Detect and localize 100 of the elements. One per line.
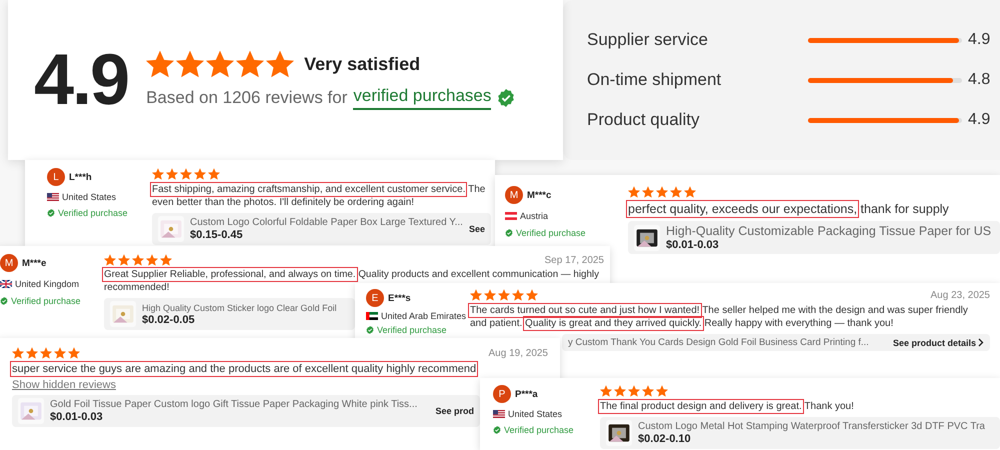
product-price: $0.15-0.45 xyxy=(190,229,243,241)
rating-value: 4.9 xyxy=(968,31,990,49)
product-row[interactable]: Custom Logo Metal Hot Stamping Waterproof Transfersticker 3d DTF PVC Tra $0.02-0.10 xyxy=(600,417,1000,449)
product-details-link[interactable]: See product details xyxy=(892,338,984,348)
star-icon xyxy=(208,168,220,180)
review-date: Sep 17, 2025 xyxy=(544,254,604,266)
product-row[interactable]: Gold Foil Tissue Paper Custom logo Gift Tissue Paper Packaging White pink Tiss... $0.01-0.03 See prod xyxy=(12,395,480,428)
star-icon xyxy=(166,168,178,180)
rating-value: 4.9 xyxy=(968,111,990,129)
star-icon xyxy=(146,254,158,266)
verified-icon xyxy=(497,89,516,107)
star-icon xyxy=(628,385,640,397)
verified-purchases-link[interactable]: verified purchases xyxy=(353,86,492,110)
star-icon xyxy=(152,168,164,180)
avatar: M xyxy=(505,186,523,204)
star-icon xyxy=(40,347,52,359)
star-icon xyxy=(642,385,654,397)
review-text: The cards turned out so cute and just how I wanted! The seller helped me with the design and was super friendly and patient. Quality is great and they arrived quickly. Really happy with everything — thank you! xyxy=(470,304,968,330)
country-name: United Kingdom xyxy=(15,279,80,289)
star-icon xyxy=(180,168,192,180)
avatar: E xyxy=(366,289,384,307)
product-title: Custom Logo Colorful Foldable Paper Box Large Textured Y... xyxy=(190,217,463,228)
review-date: Aug 23, 2025 xyxy=(930,290,990,300)
show-hidden-link[interactable]: Show hidden reviews xyxy=(12,379,116,392)
reviewer-name: E***s xyxy=(388,292,411,304)
reviewer-name: M***c xyxy=(527,190,552,200)
star-icon xyxy=(628,186,640,198)
rating-label: On-time shipment xyxy=(587,70,722,90)
product-row[interactable]: High-Quality Customizable Packaging Tissue Paper for US $0.01-0.03 xyxy=(628,221,1000,254)
star-icon xyxy=(526,289,538,301)
star-icon xyxy=(68,347,80,359)
star-icon xyxy=(600,385,612,397)
star-icon xyxy=(118,254,130,266)
review-text: The final product design and delivery is great. Thank you! xyxy=(600,400,854,413)
average-score: 4.9 xyxy=(34,39,128,121)
flag-icon xyxy=(366,312,378,320)
country-name: Austria xyxy=(520,211,548,221)
star-icon xyxy=(656,385,668,397)
product-title: Custom Logo Metal Hot Stamping Waterproof Transfersticker 3d DTF PVC Tra xyxy=(638,421,985,432)
star-icon xyxy=(614,385,626,397)
product-title: High-Quality Customizable Packaging Tissue Paper for US xyxy=(666,224,992,238)
star-icon xyxy=(160,254,172,266)
star-icon xyxy=(656,186,668,198)
star-icon xyxy=(512,289,524,301)
star-icon xyxy=(484,289,496,301)
star-icon xyxy=(194,168,206,180)
star-icon xyxy=(146,50,174,78)
product-title: Gold Foil Tissue Paper Custom logo Gift Tissue Paper Packaging White pink Tiss... xyxy=(50,399,418,410)
product-price: $0.01-0.03 xyxy=(50,411,103,424)
star-icon xyxy=(132,254,144,266)
star-icon xyxy=(26,347,38,359)
star-icon xyxy=(236,50,264,78)
avatar: L xyxy=(47,168,65,186)
star-icon xyxy=(498,289,510,301)
star-icon xyxy=(670,186,682,198)
flag-icon xyxy=(47,193,59,201)
product-title: High Quality Custom Sticker logo Clear Gold Foil xyxy=(142,302,337,313)
verified-icon xyxy=(493,426,501,434)
verified-label: Verified purchase xyxy=(504,425,574,435)
reviewer-name: L***h xyxy=(69,172,92,182)
review-text: perfect quality, exceeds our expectations, thank for supply xyxy=(628,201,949,218)
reviewer-name: M***e xyxy=(22,258,46,268)
verified-label: Verified purchase xyxy=(58,208,128,218)
rating-label: Supplier service xyxy=(587,30,709,50)
product-price: $0.01-0.03 xyxy=(666,239,719,252)
product-row[interactable]: y Custom Thank You Cards Design Gold Foil Business Card Printing f... See product details xyxy=(562,334,990,351)
product-row[interactable]: High Quality Custom Sticker logo Clear Gold Foil $0.02-0.05 xyxy=(104,298,355,330)
product-row[interactable]: Custom Logo Colorful Foldable Paper Box Large Textured Y... $0.15-0.45 See xyxy=(152,213,491,245)
review-count-text: Based on 1206 reviews for xyxy=(146,88,348,108)
rating-value: 4.8 xyxy=(968,71,990,89)
verified-label: Verified purchase xyxy=(377,325,447,335)
country-name: United States xyxy=(508,409,562,419)
verified-icon xyxy=(366,326,374,334)
star-icon xyxy=(104,254,116,266)
review-text: super service the guys are amazing and the products are of excellent quality highly recommend xyxy=(12,362,476,376)
avatar: M xyxy=(0,254,18,272)
star-icon xyxy=(176,50,204,78)
star-icon xyxy=(12,347,24,359)
product-title: y Custom Thank You Cards Design Gold Foil Business Card Printing f... xyxy=(568,337,869,348)
country-name: United Arab Emirates xyxy=(381,311,466,321)
reviewer-name: P***a xyxy=(515,388,538,400)
product-price: $0.02-0.10 xyxy=(638,433,691,445)
star-icon xyxy=(206,50,234,78)
chevron-icon xyxy=(978,338,984,347)
star-icon xyxy=(642,186,654,198)
flag-icon xyxy=(493,410,505,418)
star-icon xyxy=(470,289,482,301)
review-text: Fast shipping, amazing craftsmanship, and excellent customer service. The even better than the photos. I'll definitely be ordering again! xyxy=(152,183,486,209)
review-date: Aug 19, 2025 xyxy=(488,348,548,358)
verified-label: Verified purchase xyxy=(11,296,81,306)
star-icon xyxy=(684,186,696,198)
verified-label: Verified purchase xyxy=(516,228,586,238)
rating-label: Product quality xyxy=(587,110,700,130)
star-icon xyxy=(266,50,294,78)
avatar: P xyxy=(493,385,511,403)
product-details-link[interactable]: See prod xyxy=(435,406,474,416)
rating-verdict: Very satisfied xyxy=(304,54,420,74)
product-details-link[interactable]: See xyxy=(468,224,485,234)
star-icon xyxy=(54,347,66,359)
product-price: $0.02-0.05 xyxy=(142,314,195,326)
